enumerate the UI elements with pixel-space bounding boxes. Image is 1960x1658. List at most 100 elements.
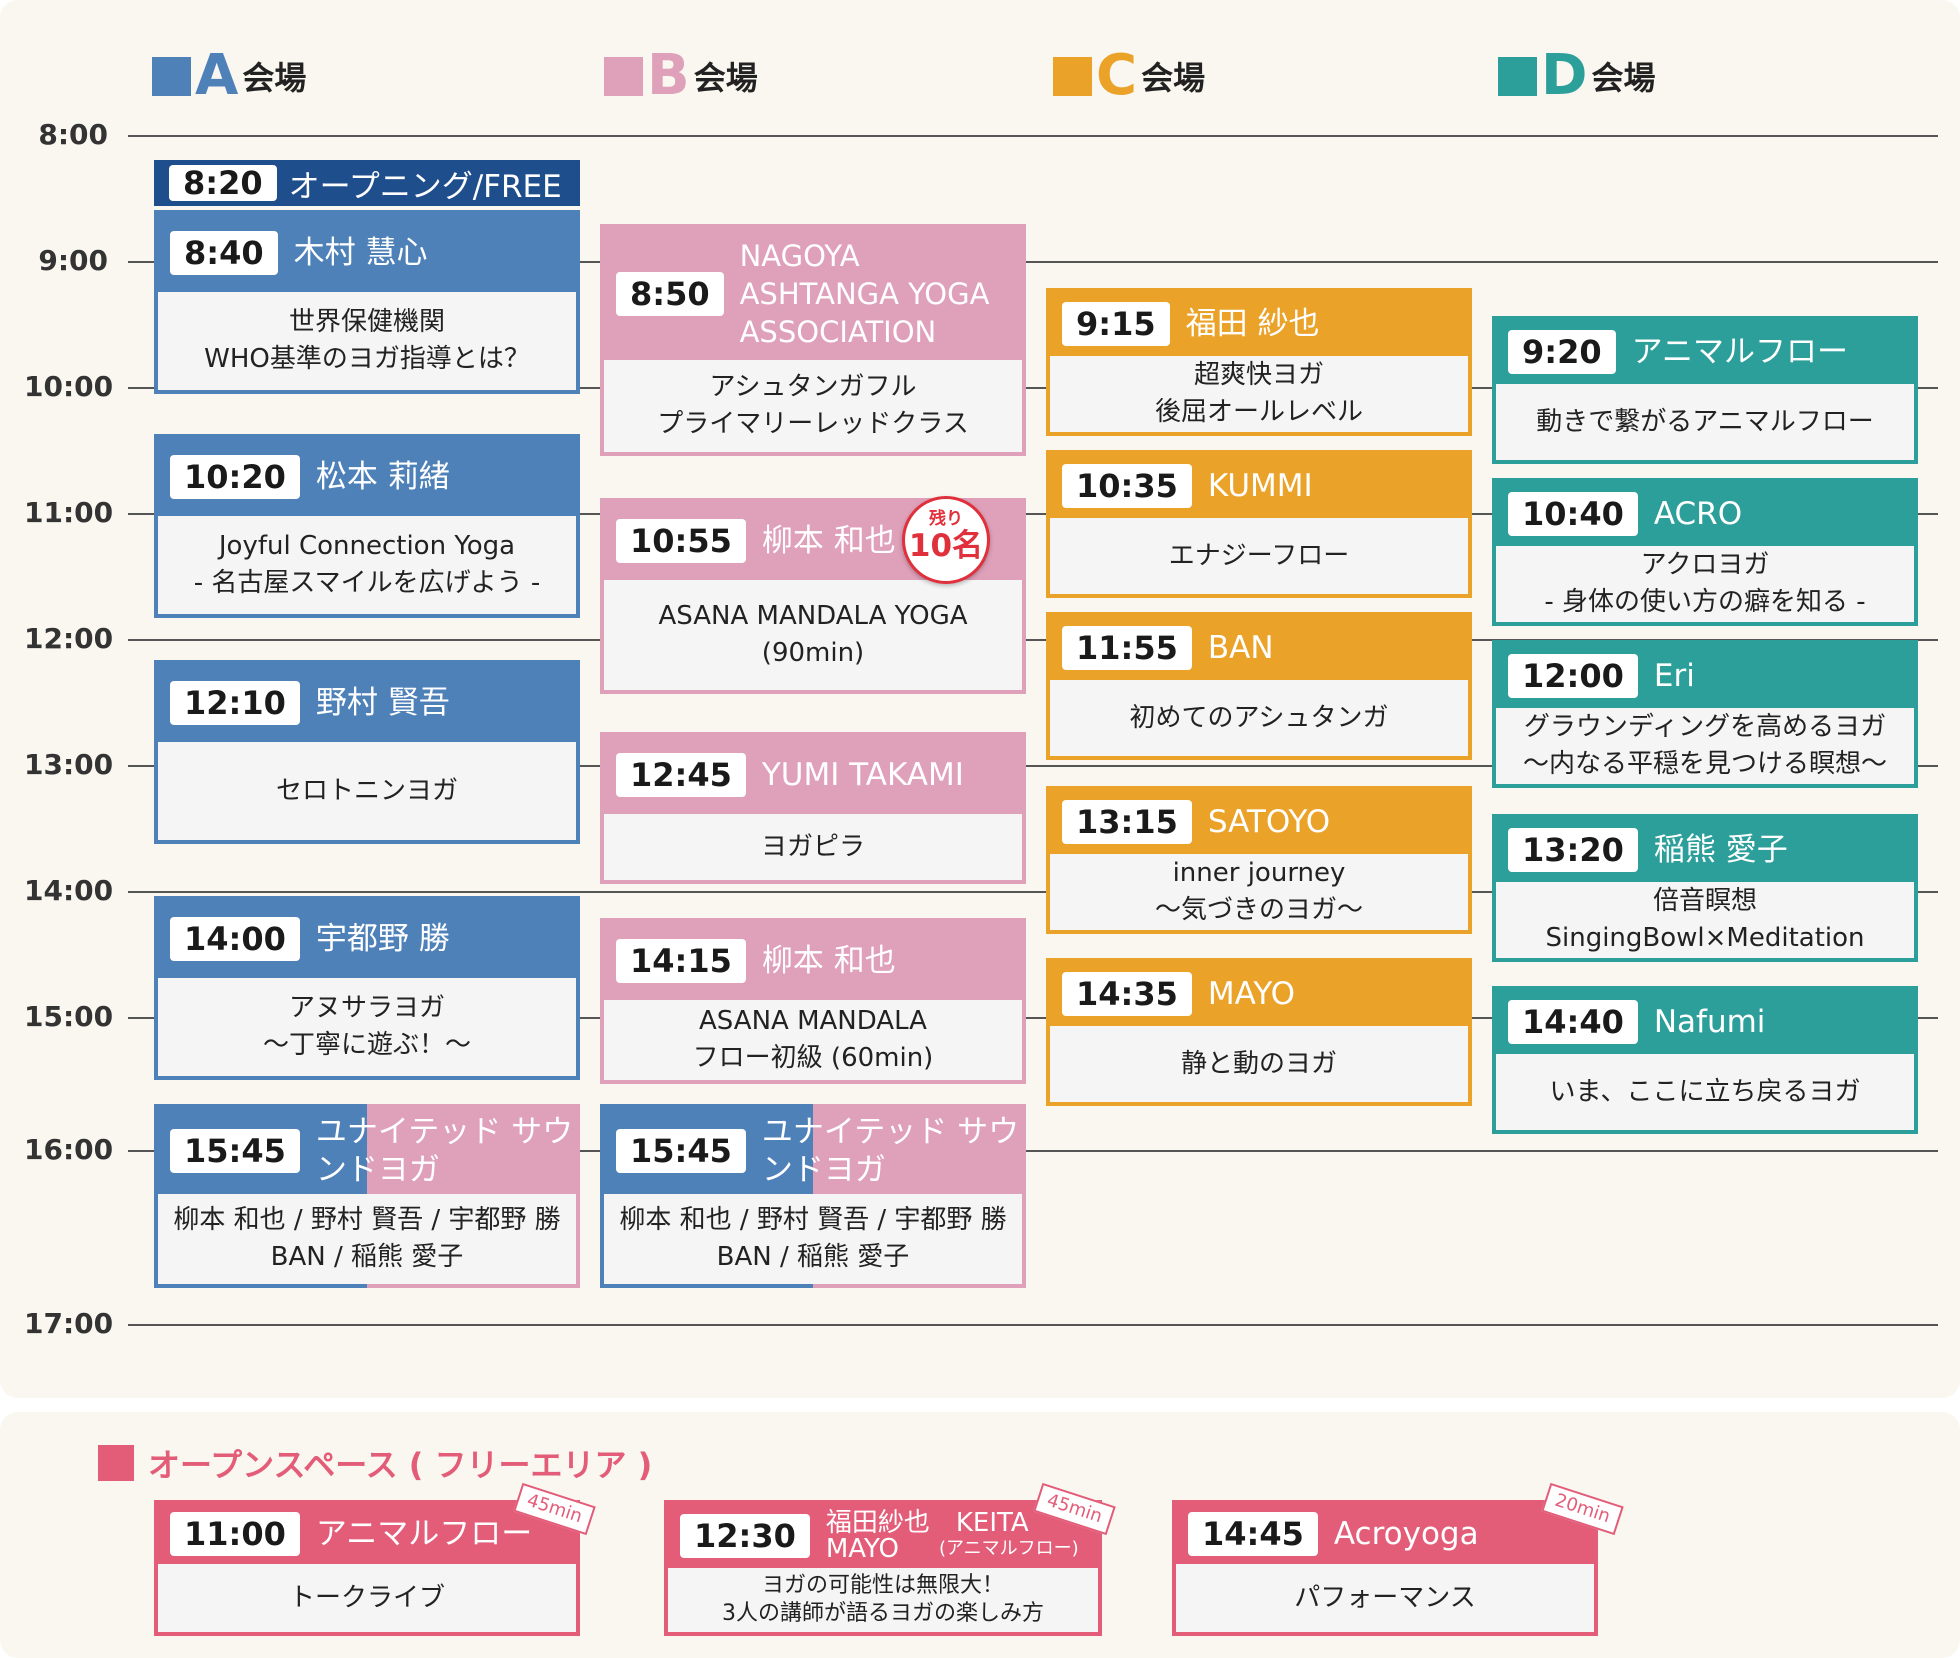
session-instructor: ユナイテッド サウンドヨガ	[761, 1114, 1020, 1188]
open-space-square	[98, 1445, 134, 1481]
session-description: エナジーフロー	[1050, 518, 1468, 594]
session-description: 超爽快ヨガ 後屈オールレベル	[1050, 356, 1468, 432]
session-instructor: 柳本 和也	[761, 943, 896, 979]
time-label: 15:00	[24, 1000, 114, 1033]
session-instructor: 木村 慧心	[293, 235, 428, 271]
session-description-line: いま、ここに立ち戻るヨガ	[1549, 1076, 1861, 1107]
session-header: 14:35 MAYO	[1050, 962, 1468, 1026]
session-card[interactable]: 15:45 ユナイテッド サウンドヨガ 柳本 和也 / 野村 賢吾 / 宇都野 勝 B…	[600, 1104, 1026, 1288]
time-label: 10:00	[24, 370, 114, 403]
venue-heading-b: B 会場	[604, 46, 758, 106]
session-time: 13:20	[1508, 828, 1638, 872]
session-description: 初めてのアシュタンガ	[1050, 680, 1468, 756]
session-instructor: アニマルフロー	[1631, 334, 1848, 370]
session-card[interactable]: 8:40 木村 慧心 世界保健機関 WHO基準のヨガ指導とは？	[154, 210, 580, 394]
session-description: アシュタンガフル プライマリーレッドクラス	[604, 360, 1022, 452]
session-header: 10:40 ACRO	[1496, 482, 1914, 546]
session-description: トークライブ	[158, 1564, 576, 1632]
session-header: 8:50 NAGOYA ASHTANGA YOGA ASSOCIATION	[604, 228, 1022, 360]
opening-bar[interactable]: 8:20 オープニング/FREE	[154, 160, 580, 206]
time-label: 16:00	[24, 1133, 114, 1166]
instructor-name: MAYO	[825, 1534, 899, 1564]
session-description: 倍音瞑想 SingingBowl×Meditation	[1496, 882, 1914, 958]
session-card[interactable]: 12:00 Eri グラウンディングを高めるヨガ ～内なる平穏を見つける瞑想～	[1492, 640, 1918, 788]
session-description: 柳本 和也 / 野村 賢吾 / 宇都野 勝 BAN / 稲熊 愛子	[604, 1194, 1022, 1284]
venue-heading-c: C 会場	[1053, 46, 1205, 106]
session-card[interactable]: 10:20 松本 莉緒 Joyful Connection Yoga - 名古屋スマイ…	[154, 434, 580, 618]
open-space-card[interactable]: 14:45 Acroyoga パフォーマンス	[1172, 1500, 1598, 1636]
session-description-line: グラウンディングを高めるヨガ	[1523, 712, 1887, 742]
session-instructor: 松本 莉緒	[315, 459, 450, 495]
session-card[interactable]: 14:15 柳本 和也 ASANA MANDALA フロー初級 (60min)	[600, 918, 1026, 1084]
session-time: 9:20	[1508, 330, 1616, 374]
session-description-line: BAN / 稲熊 愛子	[716, 1242, 910, 1272]
session-card[interactable]: 10:55 柳本 和也 ASANA MANDALA YOGA (90min) 残り 10名	[600, 496, 1026, 694]
session-card[interactable]: 12:10 野村 賢吾 セロトニンヨガ	[154, 660, 580, 844]
session-description-line: フロー初級 (60min)	[692, 1043, 934, 1073]
session-card[interactable]: 13:20 稲熊 愛子 倍音瞑想 SingingBowl×Meditation	[1492, 814, 1918, 962]
session-time: 13:15	[1062, 800, 1192, 844]
session-instructor: 福田 紗也	[1185, 306, 1320, 342]
session-description-line: - 身体の使い方の癖を知る -	[1544, 587, 1866, 617]
session-card[interactable]: 9:20 アニマルフロー動きで繋がるアニマルフロー	[1492, 316, 1918, 464]
session-card[interactable]: 14:40 Nafumi いま、ここに立ち戻るヨガ	[1492, 986, 1918, 1134]
session-description-line: SingingBowl×Meditation	[1545, 923, 1865, 953]
time-label: 8:00	[38, 118, 108, 151]
session-card[interactable]: 12:45 YUMI TAKAMI ヨガピラ	[600, 732, 1026, 884]
session-card[interactable]: 8:50 NAGOYA ASHTANGA YOGA ASSOCIATION アシュタ…	[600, 224, 1026, 456]
session-description: いま、ここに立ち戻るヨガ	[1496, 1054, 1914, 1130]
session-description-line: inner journey	[1172, 858, 1346, 888]
session-instructor: Acroyoga	[1333, 1516, 1479, 1552]
session-instructor: MAYO	[1207, 976, 1296, 1012]
open-space-card[interactable]: 11:00 アニマルフロートークライブ	[154, 1500, 580, 1636]
session-description-line: 初めてのアシュタンガ	[1129, 702, 1389, 733]
session-header: 13:15 SATOYO	[1050, 790, 1468, 854]
session-description-line: ヨガピラ	[760, 831, 865, 862]
venue-heading-d: D 会場	[1498, 46, 1656, 106]
session-description-line: パフォーマンス	[1294, 1582, 1476, 1613]
venue-word: 会場	[242, 59, 307, 97]
session-card[interactable]: 13:15 SATOYO inner journey ～気づきのヨガ～	[1046, 786, 1472, 934]
session-header: 14:00 宇都野 勝	[158, 900, 576, 978]
session-description-line: 超爽快ヨガ	[1193, 360, 1324, 390]
session-description-line: トークライブ	[288, 1582, 445, 1613]
session-time: 15:45	[170, 1129, 300, 1173]
session-card[interactable]: 9:15 福田 紗也 超爽快ヨガ 後屈オールレベル	[1046, 288, 1472, 436]
session-description-line: ASANA MANDALA	[699, 1006, 927, 1036]
session-header: 14:45 Acroyoga	[1176, 1504, 1594, 1564]
venue-letter: B	[647, 43, 690, 108]
session-description-line: ～気づきのヨガ～	[1154, 895, 1363, 925]
session-card[interactable]: 14:35 MAYO 静と動のヨガ	[1046, 958, 1472, 1106]
session-header: 11:00 アニマルフロー	[158, 1504, 576, 1564]
open-space-card[interactable]: 12:30 福田紗也 KEITA MAYO (アニマルフロー) ヨガの可能性は無限大！ 3…	[664, 1500, 1102, 1636]
session-header: 10:20 松本 莉緒	[158, 438, 576, 516]
session-description-line: 柳本 和也 / 野村 賢吾 / 宇都野 勝	[173, 1205, 561, 1235]
session-description-line: セロトニンヨガ	[275, 775, 458, 806]
session-instructor: BAN	[1207, 630, 1274, 666]
session-header: 12:45 YUMI TAKAMI	[604, 736, 1022, 814]
session-header: 14:40 Nafumi	[1496, 990, 1914, 1054]
session-time: 8:50	[616, 272, 724, 316]
remaining-seats-badge: 残り 10名	[902, 496, 990, 584]
session-instructor: 宇都野 勝	[315, 921, 450, 957]
session-description: 柳本 和也 / 野村 賢吾 / 宇都野 勝 BAN / 稲熊 愛子	[158, 1194, 576, 1284]
session-time: 14:15	[616, 939, 746, 983]
session-description: セロトニンヨガ	[158, 742, 576, 840]
session-card[interactable]: 15:45 ユナイテッド サウンドヨガ 柳本 和也 / 野村 賢吾 / 宇都野 勝 B…	[154, 1104, 580, 1288]
session-description: inner journey ～気づきのヨガ～	[1050, 854, 1468, 930]
session-time: 14:35	[1062, 972, 1192, 1016]
session-instructor: SATOYO	[1207, 804, 1331, 840]
session-card[interactable]: 10:35 KUMMI エナジーフロー	[1046, 450, 1472, 598]
session-description-line: ASANA MANDALA YOGA	[658, 601, 968, 631]
venue-color-square	[604, 56, 643, 96]
session-instructor: NAGOYA ASHTANGA YOGA ASSOCIATION	[739, 239, 990, 349]
session-time: 12:45	[616, 753, 746, 797]
session-card[interactable]: 14:00 宇都野 勝アヌサラヨガ ～丁寧に遊ぶ！～	[154, 896, 580, 1080]
session-description-line: 動きで繋がるアニマルフロー	[1536, 406, 1874, 437]
session-card[interactable]: 10:40 ACRO アクロヨガ - 身体の使い方の癖を知る -	[1492, 478, 1918, 626]
session-time: 11:00	[170, 1512, 300, 1556]
venue-color-square	[152, 56, 191, 96]
session-header: 11:55 BAN	[1050, 616, 1468, 680]
session-time: 8:20	[169, 165, 277, 201]
session-card[interactable]: 11:55 BAN 初めてのアシュタンガ	[1046, 612, 1472, 760]
